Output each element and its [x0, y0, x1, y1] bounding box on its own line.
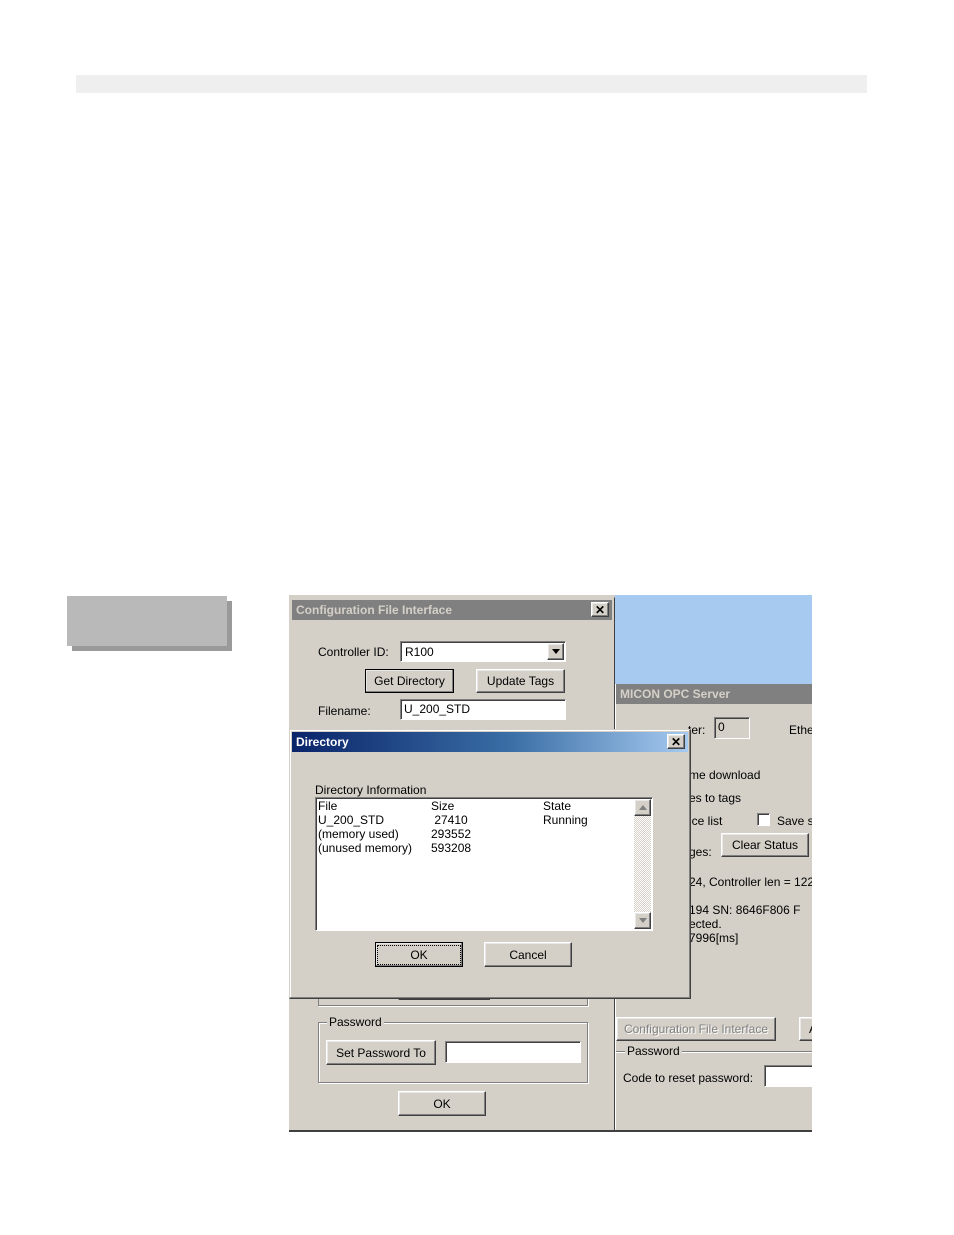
config-title: Configuration File Interface [296, 603, 453, 617]
device-list-text: ice list [689, 814, 723, 828]
controller-id-dropdown-button[interactable] [547, 643, 564, 660]
get-directory-button[interactable]: Get Directory [365, 669, 454, 693]
close-icon: ✕ [594, 602, 606, 617]
update-tags-button[interactable]: Update Tags [476, 669, 565, 693]
messages-label: ges: [689, 845, 712, 859]
status-line-1: 24, Controller len = 122 [689, 875, 812, 889]
chevron-up-icon [638, 805, 647, 810]
config-ok-button[interactable]: OK [398, 1091, 486, 1116]
adapter-input[interactable]: 0 [714, 717, 750, 739]
list-item-size: 27410 [431, 813, 468, 827]
save-checkbox[interactable] [757, 813, 770, 826]
chevron-down-icon [638, 918, 647, 923]
chevron-down-icon [551, 649, 560, 654]
controller-id-select[interactable]: R100 [400, 641, 566, 662]
directory-scrollbar[interactable] [634, 799, 651, 929]
opc-title: MICON OPC Server [620, 687, 731, 701]
list-item-state: Running [543, 813, 588, 827]
save-label: Save s [777, 814, 812, 828]
directory-dialog: Directory ✕ Directory Information File S… [289, 729, 691, 999]
directory-cancel-button[interactable]: Cancel [484, 942, 572, 967]
status-line-4: 7996[ms] [689, 931, 739, 945]
page-header-band [76, 75, 867, 93]
filename-label: Filename: [318, 704, 371, 718]
list-item-file: (memory used) [318, 827, 399, 841]
directory-titlebar[interactable]: Directory [292, 732, 688, 752]
a-button[interactable]: A [799, 1017, 812, 1041]
list-item-file: U_200_STD [318, 813, 385, 827]
set-password-button[interactable]: Set Password To [326, 1040, 436, 1065]
directory-ok-button[interactable]: OK [375, 942, 463, 967]
header-file: File [318, 799, 338, 813]
controller-id-label: Controller ID: [318, 645, 389, 659]
password-group-label: Password [327, 1015, 384, 1029]
side-label-box [67, 596, 227, 646]
status-line-3: ected. [689, 917, 722, 931]
status-line-2: 194 SN: 8646F806 F [689, 903, 801, 917]
screenshot-bottom-edge [289, 1130, 812, 1132]
desktop-background [615, 595, 812, 685]
list-item-size: 593208 [431, 841, 472, 855]
config-file-interface-button[interactable]: Configuration File Interface [616, 1017, 776, 1041]
reset-code-label: Code to reset password: [623, 1071, 754, 1085]
directory-close-button[interactable]: ✕ [667, 734, 685, 749]
download-option-text: me download [689, 768, 761, 782]
header-state: State [543, 799, 572, 813]
tags-option-text: es to tags [689, 791, 742, 805]
list-item-size: 293552 [431, 827, 472, 841]
scroll-up-button[interactable] [634, 799, 651, 816]
ethernet-label: Ethe [789, 723, 812, 737]
screenshot-area: MICON OPC Server ter: 0 Ethe me download… [289, 595, 812, 1132]
config-titlebar[interactable]: Configuration File Interface [292, 600, 612, 620]
opc-titlebar[interactable]: MICON OPC Server [616, 684, 812, 704]
scroll-down-button[interactable] [634, 912, 651, 929]
directory-listbox[interactable]: File Size State U_200_STD 27410 Running … [315, 797, 653, 931]
header-size: Size [431, 799, 455, 813]
set-password-input[interactable] [445, 1041, 581, 1063]
directory-info-label: Directory Information [315, 783, 427, 797]
clear-status-button[interactable]: Clear Status [721, 833, 809, 857]
filename-input[interactable]: U_200_STD [400, 699, 566, 720]
reset-code-input[interactable] [764, 1065, 812, 1087]
list-item-file: (unused memory) [318, 841, 413, 855]
config-close-button[interactable]: ✕ [591, 602, 609, 617]
close-icon: ✕ [670, 734, 682, 749]
opc-password-label: Password [625, 1044, 682, 1058]
directory-title: Directory [296, 735, 349, 749]
